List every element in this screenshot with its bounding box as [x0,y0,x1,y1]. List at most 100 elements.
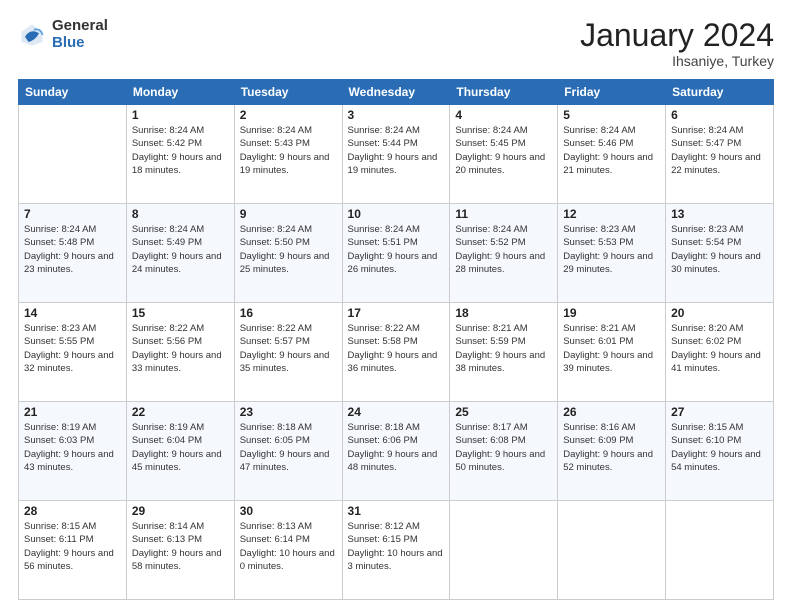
day-info: Sunrise: 8:24 AMSunset: 5:47 PMDaylight:… [671,124,768,177]
day-number: 23 [240,405,337,419]
day-info: Sunrise: 8:12 AMSunset: 6:15 PMDaylight:… [348,520,445,573]
table-row: 28 Sunrise: 8:15 AMSunset: 6:11 PMDayligh… [19,501,127,600]
logo-text: General Blue [52,18,108,51]
calendar-header-row: Sunday Monday Tuesday Wednesday Thursday… [19,80,774,105]
day-info: Sunrise: 8:15 AMSunset: 6:11 PMDaylight:… [24,520,121,573]
table-row: 18 Sunrise: 8:21 AMSunset: 5:59 PMDayligh… [450,303,558,402]
day-info: Sunrise: 8:21 AMSunset: 6:01 PMDaylight:… [563,322,660,375]
day-info: Sunrise: 8:20 AMSunset: 6:02 PMDaylight:… [671,322,768,375]
calendar-week-2: 7Sunrise: 8:24 AMSunset: 5:48 PMDaylight… [19,204,774,303]
day-info: Sunrise: 8:24 AMSunset: 5:42 PMDaylight:… [132,124,229,177]
day-number: 4 [455,108,552,122]
title-block: January 2024 Ihsaniye, Turkey [580,18,774,69]
table-row: 27 Sunrise: 8:15 AMSunset: 6:10 PMDayligh… [666,402,774,501]
table-row: 24Sunrise: 8:18 AMSunset: 6:06 PMDayligh… [342,402,450,501]
table-row: 12 Sunrise: 8:23 AMSunset: 5:53 PMDayligh… [558,204,666,303]
col-monday: Monday [126,80,234,105]
table-row: 22Sunrise: 8:19 AMSunset: 6:04 PMDayligh… [126,402,234,501]
day-info: Sunrise: 8:19 AMSunset: 6:03 PMDaylight:… [24,421,121,474]
table-row: 31 Sunrise: 8:12 AMSunset: 6:15 PMDayligh… [342,501,450,600]
day-number: 30 [240,504,337,518]
day-info: Sunrise: 8:23 AMSunset: 5:53 PMDaylight:… [563,223,660,276]
table-row: 11 Sunrise: 8:24 AMSunset: 5:52 PMDayligh… [450,204,558,303]
table-row: 4Sunrise: 8:24 AMSunset: 5:45 PMDaylight… [450,105,558,204]
col-thursday: Thursday [450,80,558,105]
table-row: 26 Sunrise: 8:16 AMSunset: 6:09 PMDayligh… [558,402,666,501]
table-row: 13 Sunrise: 8:23 AMSunset: 5:54 PMDayligh… [666,204,774,303]
calendar-week-1: 1 Sunrise: 8:24 AMSunset: 5:42 PMDaylight… [19,105,774,204]
logo: General Blue [18,18,108,51]
day-info: Sunrise: 8:23 AMSunset: 5:55 PMDaylight:… [24,322,121,375]
day-number: 28 [24,504,121,518]
day-info: Sunrise: 8:21 AMSunset: 5:59 PMDaylight:… [455,322,552,375]
header: General Blue January 2024 Ihsaniye, Turk… [18,18,774,69]
day-number: 17 [348,306,445,320]
day-number: 29 [132,504,229,518]
logo-blue: Blue [52,35,108,52]
logo-icon [18,21,46,49]
day-number: 6 [671,108,768,122]
day-number: 18 [455,306,552,320]
table-row: 30 Sunrise: 8:13 AMSunset: 6:14 PMDayligh… [234,501,342,600]
day-number: 26 [563,405,660,419]
day-number: 13 [671,207,768,221]
day-number: 11 [455,207,552,221]
table-row: 7Sunrise: 8:24 AMSunset: 5:48 PMDaylight… [19,204,127,303]
day-info: Sunrise: 8:24 AMSunset: 5:51 PMDaylight:… [348,223,445,276]
col-friday: Friday [558,80,666,105]
day-info: Sunrise: 8:13 AMSunset: 6:14 PMDaylight:… [240,520,337,573]
day-number: 25 [455,405,552,419]
table-row: 2 Sunrise: 8:24 AMSunset: 5:43 PMDaylight… [234,105,342,204]
table-row [450,501,558,600]
table-row [19,105,127,204]
day-info: Sunrise: 8:24 AMSunset: 5:46 PMDaylight:… [563,124,660,177]
col-tuesday: Tuesday [234,80,342,105]
logo-general: General [52,18,108,35]
day-info: Sunrise: 8:23 AMSunset: 5:54 PMDaylight:… [671,223,768,276]
day-info: Sunrise: 8:17 AMSunset: 6:08 PMDaylight:… [455,421,552,474]
day-info: Sunrise: 8:15 AMSunset: 6:10 PMDaylight:… [671,421,768,474]
table-row: 29 Sunrise: 8:14 AMSunset: 6:13 PMDayligh… [126,501,234,600]
table-row: 9Sunrise: 8:24 AMSunset: 5:50 PMDaylight… [234,204,342,303]
day-info: Sunrise: 8:22 AMSunset: 5:56 PMDaylight:… [132,322,229,375]
day-number: 31 [348,504,445,518]
day-number: 8 [132,207,229,221]
table-row [666,501,774,600]
day-info: Sunrise: 8:16 AMSunset: 6:09 PMDaylight:… [563,421,660,474]
day-info: Sunrise: 8:14 AMSunset: 6:13 PMDaylight:… [132,520,229,573]
day-info: Sunrise: 8:18 AMSunset: 6:05 PMDaylight:… [240,421,337,474]
day-number: 20 [671,306,768,320]
day-number: 7 [24,207,121,221]
table-row: 6 Sunrise: 8:24 AMSunset: 5:47 PMDaylight… [666,105,774,204]
day-info: Sunrise: 8:24 AMSunset: 5:43 PMDaylight:… [240,124,337,177]
table-row: 23 Sunrise: 8:18 AMSunset: 6:05 PMDayligh… [234,402,342,501]
calendar-page: General Blue January 2024 Ihsaniye, Turk… [0,0,792,612]
table-row: 1 Sunrise: 8:24 AMSunset: 5:42 PMDaylight… [126,105,234,204]
day-number: 19 [563,306,660,320]
table-row: 5Sunrise: 8:24 AMSunset: 5:46 PMDaylight… [558,105,666,204]
table-row: 16Sunrise: 8:22 AMSunset: 5:57 PMDayligh… [234,303,342,402]
table-row: 3Sunrise: 8:24 AMSunset: 5:44 PMDaylight… [342,105,450,204]
col-wednesday: Wednesday [342,80,450,105]
month-title: January 2024 [580,18,774,53]
day-number: 22 [132,405,229,419]
table-row: 15Sunrise: 8:22 AMSunset: 5:56 PMDayligh… [126,303,234,402]
day-number: 21 [24,405,121,419]
table-row: 20 Sunrise: 8:20 AMSunset: 6:02 PMDayligh… [666,303,774,402]
calendar-table: Sunday Monday Tuesday Wednesday Thursday… [18,79,774,600]
day-info: Sunrise: 8:24 AMSunset: 5:52 PMDaylight:… [455,223,552,276]
calendar-week-3: 14 Sunrise: 8:23 AMSunset: 5:55 PMDayligh… [19,303,774,402]
table-row: 25 Sunrise: 8:17 AMSunset: 6:08 PMDayligh… [450,402,558,501]
day-number: 2 [240,108,337,122]
day-number: 12 [563,207,660,221]
calendar-week-4: 21 Sunrise: 8:19 AMSunset: 6:03 PMDayligh… [19,402,774,501]
col-sunday: Sunday [19,80,127,105]
day-number: 27 [671,405,768,419]
day-number: 14 [24,306,121,320]
day-number: 1 [132,108,229,122]
day-info: Sunrise: 8:18 AMSunset: 6:06 PMDaylight:… [348,421,445,474]
day-number: 10 [348,207,445,221]
table-row [558,501,666,600]
col-saturday: Saturday [666,80,774,105]
table-row: 19 Sunrise: 8:21 AMSunset: 6:01 PMDayligh… [558,303,666,402]
